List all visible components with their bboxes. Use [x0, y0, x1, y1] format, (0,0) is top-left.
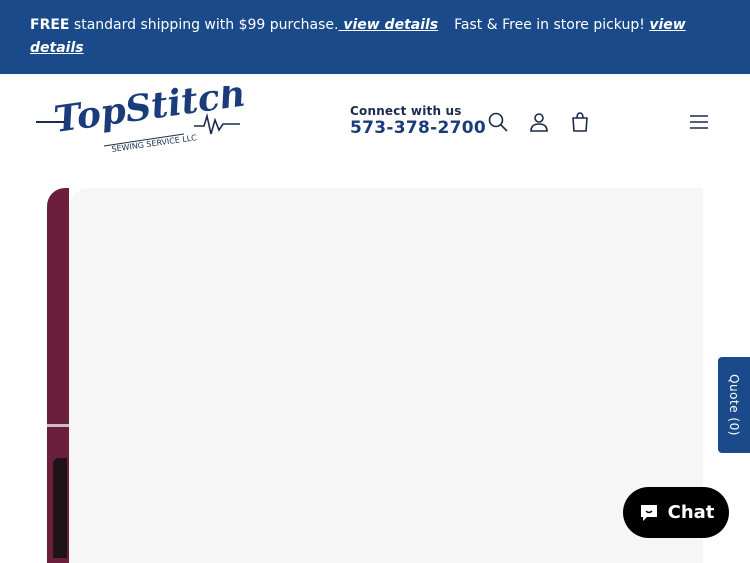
quote-tab-label: Quote (0): [727, 374, 741, 436]
quote-tab[interactable]: Quote (0): [718, 357, 750, 453]
contact-block: Connect with us 573-378-2700: [350, 104, 486, 138]
logo-wordmark: TopStitch: [51, 86, 244, 141]
site-header: TopStitch SEWING SERVICE LLC Connect wit…: [0, 72, 750, 174]
chat-bubble-icon: [640, 504, 657, 521]
logo-subtitle: SEWING SERVICE LLC: [111, 133, 198, 154]
free-label: FREE: [30, 17, 70, 33]
phone-number[interactable]: 573-378-2700: [350, 118, 486, 138]
hero-slide-current[interactable]: [69, 188, 703, 563]
search-icon[interactable]: [486, 110, 510, 134]
chat-label: Chat: [667, 502, 715, 523]
connect-label: Connect with us: [350, 104, 462, 118]
announcement-bar: FREE standard shipping with $99 purchase…: [0, 0, 750, 74]
pickup-text: Fast & Free in store pickup!: [454, 17, 645, 33]
view-details-link-shipping[interactable]: view details: [338, 17, 438, 33]
menu-icon[interactable]: [687, 110, 711, 134]
topstitch-logo[interactable]: TopStitch SEWING SERVICE LLC: [34, 72, 248, 158]
shipping-text: standard shipping with $99 purchase.: [69, 17, 339, 33]
chat-button[interactable]: Chat: [623, 487, 729, 538]
cart-icon[interactable]: [568, 110, 592, 134]
hero-slide-previous[interactable]: [47, 188, 69, 563]
account-icon[interactable]: [527, 110, 551, 134]
